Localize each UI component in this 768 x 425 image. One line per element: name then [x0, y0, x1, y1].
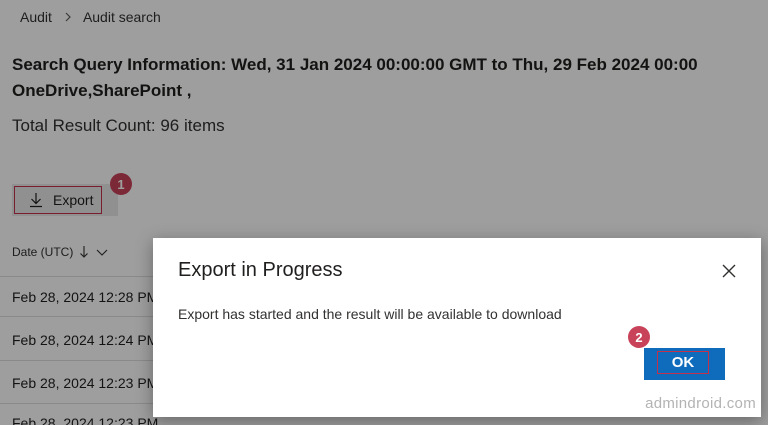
- ok-button[interactable]: OK: [657, 351, 709, 374]
- export-progress-dialog: Export in Progress Export has started an…: [153, 238, 761, 417]
- callout-badge-2: 2: [628, 326, 650, 348]
- close-icon[interactable]: [719, 261, 739, 281]
- watermark: admindroid.com: [645, 395, 756, 412]
- dialog-message: Export has started and the result will b…: [178, 306, 562, 322]
- dialog-title: Export in Progress: [178, 259, 343, 281]
